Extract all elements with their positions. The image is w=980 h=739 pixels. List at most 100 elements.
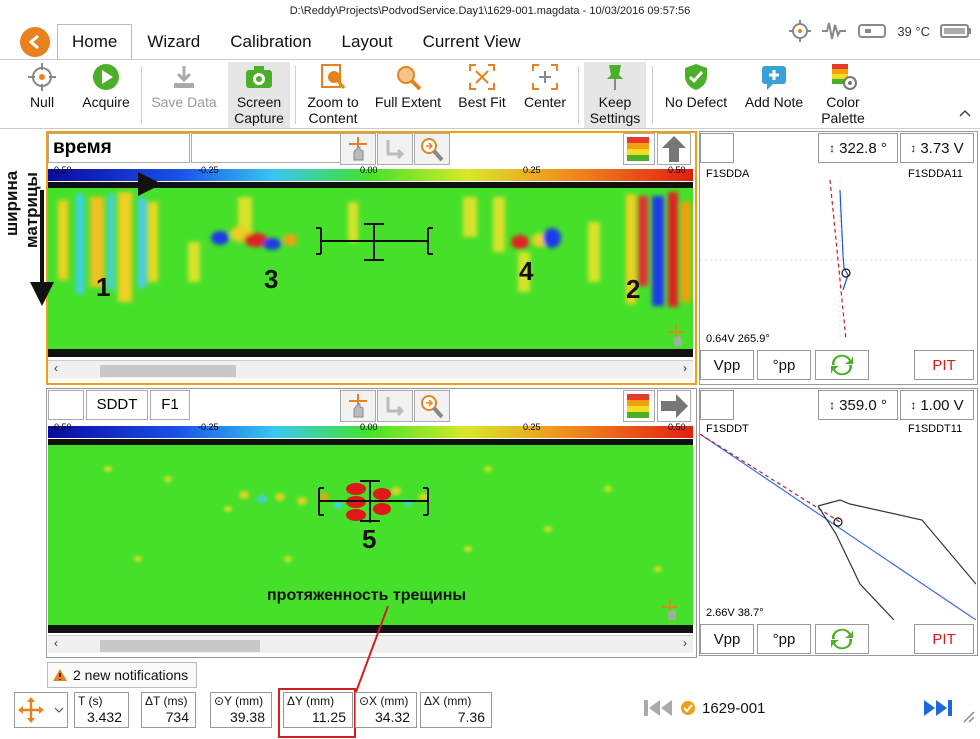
scroll-left-icon[interactable]: ‹ (54, 361, 58, 375)
file-name: 1629-001 (702, 699, 766, 717)
angle-field-top[interactable]: ↕ 322.8 ° (818, 133, 898, 163)
defect-1-label: 1 (96, 272, 111, 302)
skip-back-icon[interactable] (642, 698, 674, 718)
best-fit-icon (469, 64, 495, 90)
palette-tool[interactable] (623, 390, 655, 422)
hand-cursor-icon (349, 137, 367, 161)
resize-grip-icon[interactable] (962, 710, 976, 724)
no-defect-button[interactable]: No Defect (660, 62, 732, 128)
cscan-channel-field[interactable] (191, 133, 341, 163)
ribbon-tabs: Home Wizard Calibration Layout Current V… (57, 24, 536, 60)
angle-field-bottom[interactable]: ↕ 359.0 ° (818, 390, 898, 420)
vpp-button-bottom[interactable]: Vpp (700, 624, 754, 654)
volts-field-bottom[interactable]: ↕ 1.00 V (900, 390, 974, 420)
scroll-right-icon[interactable]: › (683, 636, 687, 650)
tab-layout[interactable]: Layout (327, 24, 408, 60)
device-icon[interactable] (857, 21, 887, 41)
tab-home[interactable]: Home (57, 24, 133, 60)
channel-select[interactable] (48, 390, 84, 420)
measure-t: T (s) 3.432 (74, 692, 129, 728)
hscroll-top[interactable]: ‹ › (48, 360, 693, 378)
palette-icon (832, 64, 857, 90)
acquire-button[interactable]: Acquire (78, 62, 134, 128)
scroll-right-icon[interactable]: › (683, 361, 687, 375)
lissajous-plot-top (700, 180, 976, 340)
scan-direction-tool[interactable] (657, 390, 691, 422)
zoom-icon (421, 395, 444, 419)
ascan-field-bottom[interactable] (700, 390, 734, 420)
volts-field-top[interactable]: ↕ 3.73 V (900, 133, 974, 163)
refresh-button-top[interactable] (815, 350, 869, 380)
null-button[interactable]: Null (26, 62, 58, 128)
ribbon-separator (295, 66, 296, 124)
ascan-field-top[interactable] (700, 133, 734, 163)
pit-button-top[interactable]: PIT (914, 350, 974, 380)
hand-cursor-tool[interactable] (340, 133, 376, 165)
measure-delta-t: ΔT (ms) 734 (141, 692, 196, 728)
color-palette-button[interactable]: Color Palette (815, 62, 871, 128)
keep-settings-button[interactable]: Keep Settings (584, 62, 646, 128)
tab-calibration[interactable]: Calibration (215, 24, 326, 60)
warning-icon (53, 669, 67, 681)
ribbon-separator (578, 66, 579, 124)
full-extent-button[interactable]: Full Extent (371, 62, 445, 128)
screen-capture-button[interactable]: Screen Capture (228, 62, 290, 128)
refresh-icon (831, 354, 853, 376)
side-label-width: ширина (2, 170, 21, 236)
move-arrows-icon (18, 697, 64, 723)
scroll-thumb[interactable] (100, 365, 236, 377)
defect-5-label: 5 (362, 524, 377, 554)
best-fit-button[interactable]: Best Fit (454, 62, 510, 128)
skip-forward-icon[interactable] (922, 698, 954, 718)
hand-cursor-tool[interactable] (340, 390, 376, 422)
route-tool[interactable] (377, 390, 413, 422)
file-navigator: 1629-001 (642, 698, 765, 718)
scan-direction-tool[interactable] (657, 133, 691, 165)
measure-x: ⊙X (mm) 34.32 (355, 692, 417, 728)
battery-icon (940, 24, 971, 38)
signal-icon[interactable] (821, 20, 847, 42)
pp-button-bottom[interactable]: °pp (757, 624, 811, 654)
channel-right-top: F1SDDA11 (908, 168, 963, 180)
refresh-button-bottom[interactable] (815, 624, 869, 654)
add-note-button[interactable]: Add Note (741, 62, 807, 128)
scroll-left-icon[interactable]: ‹ (54, 636, 58, 650)
zoom-content-icon (321, 64, 346, 89)
channel-sddt[interactable]: SDDT (86, 390, 148, 420)
back-button[interactable] (20, 27, 50, 57)
center-icon (532, 64, 558, 90)
zoom-tool[interactable] (414, 133, 450, 165)
vpp-button-top[interactable]: Vpp (700, 350, 754, 380)
cscan-header-bottom: SDDT F1 (48, 390, 695, 422)
tab-wizard[interactable]: Wizard (132, 24, 215, 60)
zoom-tool[interactable] (414, 390, 450, 422)
target-icon (28, 63, 56, 91)
shield-check-icon (685, 64, 707, 90)
channel-f1[interactable]: F1 (150, 390, 190, 420)
cscan-header-top: время (48, 133, 695, 165)
pit-button-bottom[interactable]: PIT (914, 624, 974, 654)
ribbon-toolbar: Null Acquire Save Data Screen Capture Zo… (0, 59, 980, 129)
check-badge-icon (681, 701, 695, 715)
palette-tool[interactable] (623, 133, 655, 165)
notifications-badge[interactable]: 2 new notifications (47, 662, 197, 688)
pp-button-top[interactable]: °pp (757, 350, 811, 380)
center-button[interactable]: Center (519, 62, 571, 128)
temperature-readout: 39 °C (897, 23, 930, 39)
color-scale-bottom: -0.50 -0.25 0.00 0.25 0.50 (48, 422, 693, 439)
channel-left-top: F1SDDA (706, 168, 750, 180)
camera-icon (246, 66, 272, 88)
save-data-button[interactable]: Save Data (148, 62, 220, 128)
defect-3-label: 3 (264, 264, 279, 294)
arrow-up-icon (662, 136, 686, 162)
crosshair-icon[interactable] (789, 20, 812, 42)
refresh-icon (831, 628, 853, 650)
scroll-thumb[interactable] (100, 640, 260, 652)
ribbon-separator (141, 66, 142, 124)
cursor-mode-button[interactable] (14, 692, 68, 728)
collapse-ribbon-icon[interactable] (959, 108, 971, 118)
tab-current-view[interactable]: Current View (408, 24, 536, 60)
cscan-title: время (48, 133, 190, 163)
zoom-to-content-button[interactable]: Zoom to Content (302, 62, 364, 128)
route-tool[interactable] (377, 133, 413, 165)
